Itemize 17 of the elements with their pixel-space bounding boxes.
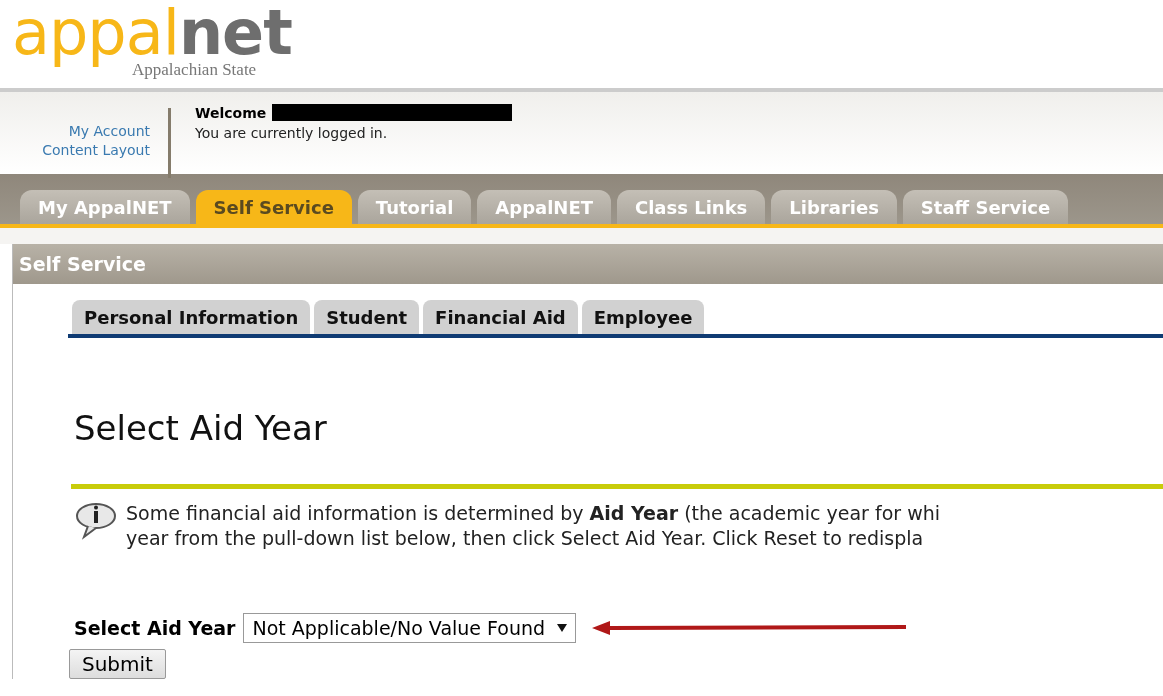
main-tab[interactable]: Self Service (195, 190, 352, 224)
field-label: Select Aid Year (74, 617, 236, 639)
sub-tab[interactable]: Student (314, 300, 420, 334)
account-link[interactable]: Content Layout (42, 141, 150, 160)
account-link[interactable]: My Account (68, 122, 150, 141)
welcome-label: Welcome (195, 104, 267, 121)
aid-year-dropdown[interactable]: Not Applicable/No Value Found (243, 613, 577, 643)
login-status: You are currently logged in. (195, 125, 389, 141)
info-speech-bubble-icon (74, 501, 118, 541)
page-title: Select Aid Year (74, 408, 328, 448)
dropdown-caret-icon (557, 624, 568, 632)
sub-tab[interactable]: Personal Information (72, 300, 311, 334)
sub-tab[interactable]: Financial Aid (423, 300, 578, 334)
panel-title: Self Service (13, 244, 1163, 284)
submit-button[interactable]: Submit (69, 649, 166, 679)
info-paragraph: Some financial aid information is determined by Aid Year (the academic year for whi year from the pull-down list below, then click Select Aid Year. Click Reset to redispla (126, 501, 940, 551)
sub-tab[interactable]: Employee (581, 300, 705, 334)
